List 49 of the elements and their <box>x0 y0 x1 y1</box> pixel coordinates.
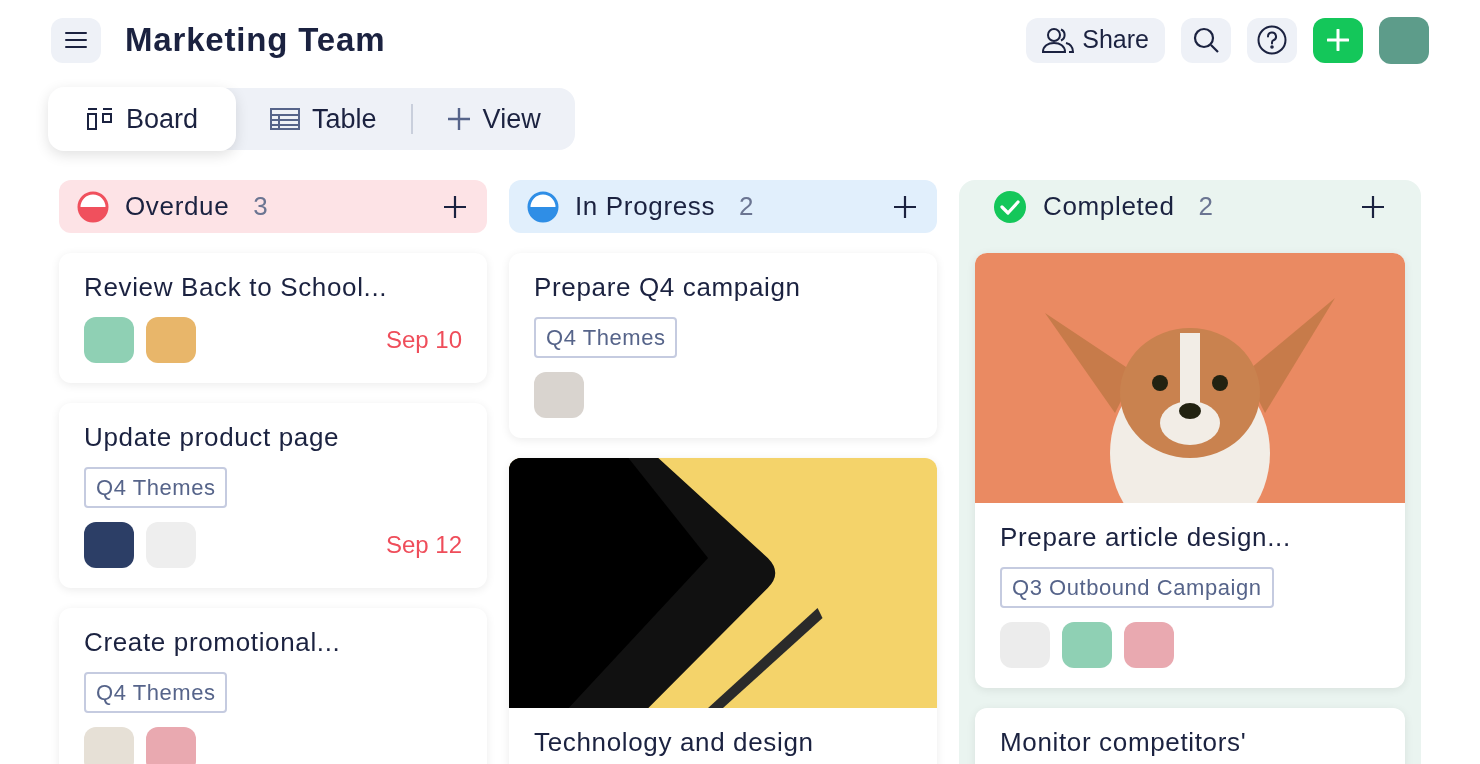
view-tab[interactable]: Board <box>48 87 237 151</box>
share-button[interactable]: Share <box>1026 17 1165 63</box>
plus-icon <box>446 107 471 131</box>
task-card[interactable]: Review Back to School... Sep 10 <box>59 253 487 383</box>
plus-icon <box>893 194 917 219</box>
card-title: Update product page <box>84 421 341 453</box>
help-icon <box>1257 25 1287 55</box>
card-count: 2 <box>1198 190 1214 223</box>
due-date: Sep 12 <box>385 530 462 560</box>
menu-button[interactable] <box>51 17 101 63</box>
menu-icon <box>65 31 87 49</box>
card-title: Monitor competitors' <box>1000 726 1248 758</box>
task-card[interactable]: Create promotional... Q4 Themes <box>59 608 487 764</box>
card-title: Technology and design <box>534 726 815 758</box>
task-card[interactable]: Technology and design <box>509 458 937 764</box>
tag: Q4 Themes <box>534 317 678 358</box>
search-icon <box>1193 27 1219 53</box>
check-icon <box>993 189 1027 224</box>
page-title: Marketing Team <box>125 20 386 61</box>
tag: Q4 Themes <box>84 467 228 508</box>
column-title: Overdue <box>125 190 230 223</box>
user-avatar[interactable] <box>1379 16 1429 64</box>
task-card[interactable]: Monitor competitors' <box>975 708 1405 764</box>
due-date: Sep 10 <box>385 325 462 355</box>
board-icon <box>86 107 114 131</box>
help-button[interactable] <box>1247 17 1297 63</box>
plus-icon <box>1327 29 1349 51</box>
view-tab[interactable]: View <box>412 88 575 150</box>
card-title: Prepare Q4 campaign <box>534 271 802 303</box>
in-progress-status-icon <box>527 190 559 223</box>
card-title: Review Back to School... <box>84 271 389 303</box>
search-button[interactable] <box>1181 17 1231 63</box>
card-title: Create promotional... <box>84 626 342 658</box>
tag: Q3 Outbound Campaign <box>1000 567 1274 608</box>
task-card[interactable]: Update product page Q4 Themes Sep 12 <box>59 403 487 588</box>
plus-icon <box>443 194 467 219</box>
overdue-status-icon <box>77 190 109 223</box>
column-title: In Progress <box>575 190 716 223</box>
task-card[interactable]: Prepare article design... Q3 Outbound Campaign <box>975 253 1405 688</box>
people-icon <box>1042 27 1075 53</box>
card-count: 2 <box>739 190 754 223</box>
column-title: Completed <box>1043 190 1175 223</box>
card-title: Prepare article design... <box>1000 521 1292 553</box>
view-tab[interactable]: Table <box>236 88 411 150</box>
task-card[interactable]: Prepare Q4 campaign Q4 Themes <box>509 253 937 438</box>
plus-icon <box>1361 194 1385 219</box>
tag: Q4 Themes <box>84 672 228 713</box>
card-count: 3 <box>253 190 268 223</box>
table-icon <box>270 108 301 130</box>
